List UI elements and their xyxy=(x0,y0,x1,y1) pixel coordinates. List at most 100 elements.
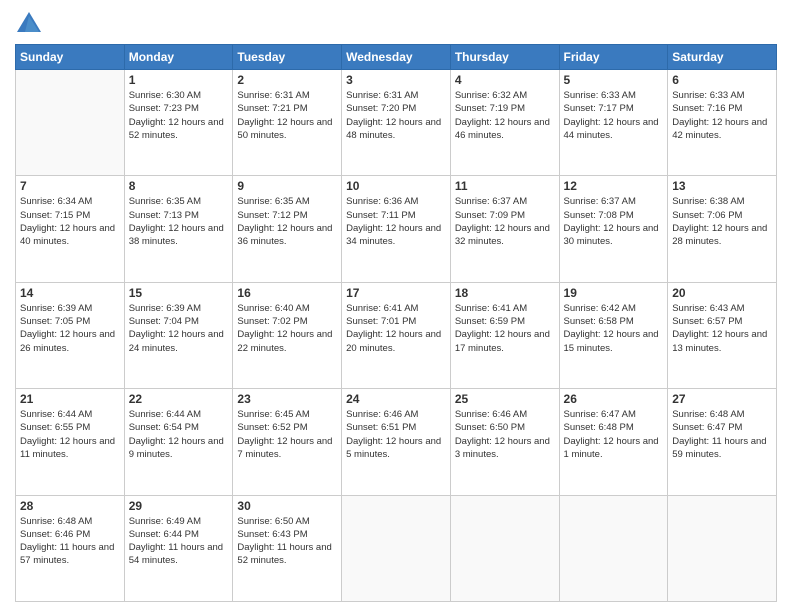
day-number: 19 xyxy=(564,286,664,300)
page: SundayMondayTuesdayWednesdayThursdayFrid… xyxy=(0,0,792,612)
cell-details: Sunrise: 6:49 AMSunset: 6:44 PMDaylight:… xyxy=(129,515,229,568)
calendar-cell: 24 Sunrise: 6:46 AMSunset: 6:51 PMDayligh… xyxy=(342,389,451,495)
calendar-cell: 12 Sunrise: 6:37 AMSunset: 7:08 PMDayligh… xyxy=(559,176,668,282)
day-number: 4 xyxy=(455,73,555,87)
cell-details: Sunrise: 6:40 AMSunset: 7:02 PMDaylight:… xyxy=(237,302,337,355)
cell-details: Sunrise: 6:39 AMSunset: 7:04 PMDaylight:… xyxy=(129,302,229,355)
cell-details: Sunrise: 6:50 AMSunset: 6:43 PMDaylight:… xyxy=(237,515,337,568)
day-number: 11 xyxy=(455,179,555,193)
cell-details: Sunrise: 6:33 AMSunset: 7:17 PMDaylight:… xyxy=(564,89,664,142)
logo-icon xyxy=(15,10,43,38)
calendar-cell xyxy=(668,495,777,601)
calendar-cell: 16 Sunrise: 6:40 AMSunset: 7:02 PMDayligh… xyxy=(233,282,342,388)
calendar-week-row: 7Sunrise: 6:34 AMSunset: 7:15 PMDaylight… xyxy=(16,176,777,282)
cell-details: Sunrise: 6:38 AMSunset: 7:06 PMDaylight:… xyxy=(672,195,772,248)
calendar-cell: 18 Sunrise: 6:41 AMSunset: 6:59 PMDayligh… xyxy=(450,282,559,388)
day-number: 27 xyxy=(672,392,772,406)
day-number: 24 xyxy=(346,392,446,406)
cell-details: Sunrise: 6:45 AMSunset: 6:52 PMDaylight:… xyxy=(237,408,337,461)
calendar-cell: 11 Sunrise: 6:37 AMSunset: 7:09 PMDayligh… xyxy=(450,176,559,282)
weekday-header-friday: Friday xyxy=(559,45,668,70)
calendar-cell: 4 Sunrise: 6:32 AMSunset: 7:19 PMDaylight… xyxy=(450,70,559,176)
cell-details: Sunrise: 6:41 AMSunset: 7:01 PMDaylight:… xyxy=(346,302,446,355)
day-number: 23 xyxy=(237,392,337,406)
day-number: 8 xyxy=(129,179,229,193)
day-number: 2 xyxy=(237,73,337,87)
calendar-cell: 13 Sunrise: 6:38 AMSunset: 7:06 PMDayligh… xyxy=(668,176,777,282)
cell-details: Sunrise: 6:32 AMSunset: 7:19 PMDaylight:… xyxy=(455,89,555,142)
calendar-cell: 19 Sunrise: 6:42 AMSunset: 6:58 PMDayligh… xyxy=(559,282,668,388)
day-number: 15 xyxy=(129,286,229,300)
calendar-cell xyxy=(16,70,125,176)
cell-details: Sunrise: 6:48 AMSunset: 6:46 PMDaylight:… xyxy=(20,515,120,568)
calendar-cell: 7Sunrise: 6:34 AMSunset: 7:15 PMDaylight… xyxy=(16,176,125,282)
calendar-cell: 14Sunrise: 6:39 AMSunset: 7:05 PMDayligh… xyxy=(16,282,125,388)
header xyxy=(15,10,777,38)
day-number: 17 xyxy=(346,286,446,300)
cell-details: Sunrise: 6:41 AMSunset: 6:59 PMDaylight:… xyxy=(455,302,555,355)
calendar-cell: 6Sunrise: 6:33 AMSunset: 7:16 PMDaylight… xyxy=(668,70,777,176)
day-number: 21 xyxy=(20,392,120,406)
day-number: 18 xyxy=(455,286,555,300)
day-number: 14 xyxy=(20,286,120,300)
calendar-cell: 10Sunrise: 6:36 AMSunset: 7:11 PMDayligh… xyxy=(342,176,451,282)
day-number: 13 xyxy=(672,179,772,193)
weekday-header-row: SundayMondayTuesdayWednesdayThursdayFrid… xyxy=(16,45,777,70)
calendar-cell: 3 Sunrise: 6:31 AMSunset: 7:20 PMDaylight… xyxy=(342,70,451,176)
day-number: 3 xyxy=(346,73,446,87)
cell-details: Sunrise: 6:43 AMSunset: 6:57 PMDaylight:… xyxy=(672,302,772,355)
calendar-cell: 17 Sunrise: 6:41 AMSunset: 7:01 PMDayligh… xyxy=(342,282,451,388)
weekday-header-monday: Monday xyxy=(124,45,233,70)
calendar-cell: 8 Sunrise: 6:35 AMSunset: 7:13 PMDaylight… xyxy=(124,176,233,282)
cell-details: Sunrise: 6:44 AMSunset: 6:55 PMDaylight:… xyxy=(20,408,120,461)
calendar-cell: 26Sunrise: 6:47 AMSunset: 6:48 PMDayligh… xyxy=(559,389,668,495)
calendar-cell: 1Sunrise: 6:30 AMSunset: 7:23 PMDaylight… xyxy=(124,70,233,176)
day-number: 7 xyxy=(20,179,120,193)
calendar-cell: 27 Sunrise: 6:48 AMSunset: 6:47 PMDayligh… xyxy=(668,389,777,495)
calendar-cell: 30 Sunrise: 6:50 AMSunset: 6:43 PMDayligh… xyxy=(233,495,342,601)
calendar-week-row: 28 Sunrise: 6:48 AMSunset: 6:46 PMDayligh… xyxy=(16,495,777,601)
cell-details: Sunrise: 6:37 AMSunset: 7:09 PMDaylight:… xyxy=(455,195,555,248)
day-number: 6 xyxy=(672,73,772,87)
calendar-cell: 28 Sunrise: 6:48 AMSunset: 6:46 PMDayligh… xyxy=(16,495,125,601)
cell-details: Sunrise: 6:31 AMSunset: 7:20 PMDaylight:… xyxy=(346,89,446,142)
cell-details: Sunrise: 6:48 AMSunset: 6:47 PMDaylight:… xyxy=(672,408,772,461)
calendar-cell: 29 Sunrise: 6:49 AMSunset: 6:44 PMDayligh… xyxy=(124,495,233,601)
day-number: 30 xyxy=(237,499,337,513)
calendar-cell: 23 Sunrise: 6:45 AMSunset: 6:52 PMDayligh… xyxy=(233,389,342,495)
calendar-cell: 22 Sunrise: 6:44 AMSunset: 6:54 PMDayligh… xyxy=(124,389,233,495)
cell-details: Sunrise: 6:42 AMSunset: 6:58 PMDaylight:… xyxy=(564,302,664,355)
day-number: 12 xyxy=(564,179,664,193)
calendar-cell: 2 Sunrise: 6:31 AMSunset: 7:21 PMDaylight… xyxy=(233,70,342,176)
cell-details: Sunrise: 6:46 AMSunset: 6:51 PMDaylight:… xyxy=(346,408,446,461)
calendar-cell: 20 Sunrise: 6:43 AMSunset: 6:57 PMDayligh… xyxy=(668,282,777,388)
calendar-cell: 9Sunrise: 6:35 AMSunset: 7:12 PMDaylight… xyxy=(233,176,342,282)
day-number: 26 xyxy=(564,392,664,406)
cell-details: Sunrise: 6:31 AMSunset: 7:21 PMDaylight:… xyxy=(237,89,337,142)
calendar-cell: 21 Sunrise: 6:44 AMSunset: 6:55 PMDayligh… xyxy=(16,389,125,495)
calendar-week-row: 14Sunrise: 6:39 AMSunset: 7:05 PMDayligh… xyxy=(16,282,777,388)
day-number: 20 xyxy=(672,286,772,300)
day-number: 28 xyxy=(20,499,120,513)
cell-details: Sunrise: 6:44 AMSunset: 6:54 PMDaylight:… xyxy=(129,408,229,461)
cell-details: Sunrise: 6:35 AMSunset: 7:13 PMDaylight:… xyxy=(129,195,229,248)
cell-details: Sunrise: 6:37 AMSunset: 7:08 PMDaylight:… xyxy=(564,195,664,248)
calendar-cell xyxy=(559,495,668,601)
weekday-header-sunday: Sunday xyxy=(16,45,125,70)
weekday-header-saturday: Saturday xyxy=(668,45,777,70)
day-number: 10 xyxy=(346,179,446,193)
calendar-cell xyxy=(450,495,559,601)
day-number: 5 xyxy=(564,73,664,87)
cell-details: Sunrise: 6:46 AMSunset: 6:50 PMDaylight:… xyxy=(455,408,555,461)
day-number: 16 xyxy=(237,286,337,300)
calendar-table: SundayMondayTuesdayWednesdayThursdayFrid… xyxy=(15,44,777,602)
day-number: 29 xyxy=(129,499,229,513)
day-number: 22 xyxy=(129,392,229,406)
calendar-cell xyxy=(342,495,451,601)
calendar-cell: 25Sunrise: 6:46 AMSunset: 6:50 PMDayligh… xyxy=(450,389,559,495)
calendar-week-row: 1Sunrise: 6:30 AMSunset: 7:23 PMDaylight… xyxy=(16,70,777,176)
calendar-week-row: 21 Sunrise: 6:44 AMSunset: 6:55 PMDayligh… xyxy=(16,389,777,495)
logo xyxy=(15,10,47,38)
weekday-header-tuesday: Tuesday xyxy=(233,45,342,70)
weekday-header-thursday: Thursday xyxy=(450,45,559,70)
